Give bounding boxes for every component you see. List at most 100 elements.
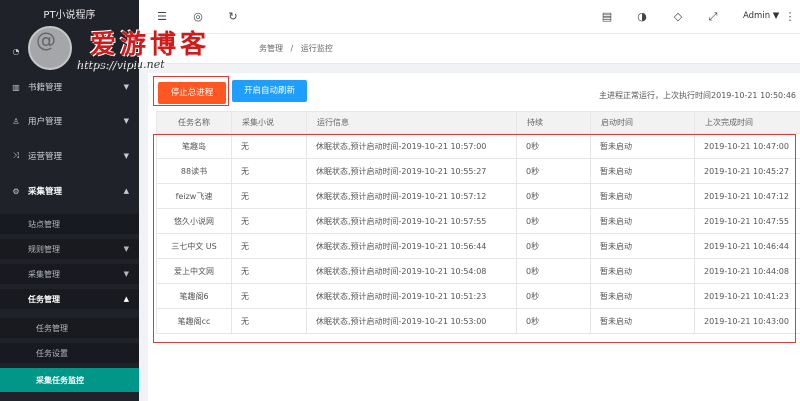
operations-icon: ⤨ (12, 151, 20, 160)
table-cell: 暂未启动 (590, 233, 695, 259)
highlight-box-stop (153, 76, 229, 106)
table-cell: 休眠状态,预计启动时间-2019-10-21 10:57:55 (306, 208, 517, 234)
sidebar-item-task-management[interactable]: 任务管理 (0, 318, 139, 338)
sidebar-item-rule-management[interactable]: 规则管理 ▼ (0, 239, 139, 259)
sidebar-item-label: 任务管理 (28, 294, 60, 304)
table-row[interactable]: 爱上中文网无休眠状态,预计启动时间-2019-10-21 10:54:08 0秒暂… (156, 258, 800, 284)
task-monitor-table: 任务名称 采集小说 运行信息 持续 启动时间 上次完成时间 笔趣岛无休眠状态,预… (156, 111, 800, 334)
table-cell: feizw飞速 (156, 183, 232, 209)
gear-icon: ⚙ (12, 186, 20, 196)
table-cell: 无 (231, 283, 307, 309)
sidebar-item-label: 采集管理 (28, 187, 63, 197)
table-cell: 88读书 (156, 158, 232, 184)
table-cell: 休眠状态,预计启动时间-2019-10-21 10:53:00 (306, 308, 517, 334)
table-cell: 0秒 (516, 158, 591, 184)
table-cell: 2019-10-21 10:47:12 (694, 183, 800, 209)
table-cell: 笔趣阁6 (156, 283, 232, 309)
sidebar-item-label: 书籍管理 (28, 83, 63, 93)
sidebar-item-label: 站点管理 (28, 219, 60, 229)
sidebar-item-task-management-group[interactable]: 任务管理 ▲ (0, 289, 139, 309)
table-cell: 2019-10-21 10:47:55 (694, 208, 800, 234)
sidebar-item-users[interactable]: ♙ 用户管理 ▼ (0, 110, 139, 132)
table-cell: 爱上中文网 (156, 258, 232, 284)
table-cell: 休眠状态,预计启动时间-2019-10-21 10:55:27 (306, 158, 517, 184)
user-name: Admin (743, 11, 771, 21)
sidebar-item-collection[interactable]: ⚙ 采集管理 ▲ (0, 180, 139, 202)
table-cell: 2019-10-21 10:47:00 (694, 133, 800, 159)
sidebar-item-site-management[interactable]: 站点管理 (0, 214, 139, 234)
table-cell: 无 (231, 208, 307, 234)
table-cell: 休眠状态,预计启动时间-2019-10-21 10:57:12 (306, 183, 517, 209)
notes-icon[interactable]: ▤ (600, 10, 614, 23)
table-cell: 休眠状态,预计启动时间-2019-10-21 10:51:23 (306, 283, 517, 309)
table-cell: 0秒 (516, 308, 591, 334)
sidebar-item-collect-management[interactable]: 采集管理 ▼ (0, 264, 139, 284)
theme-icon[interactable]: ◑ (635, 10, 649, 23)
column-header: 采集小说 (231, 111, 307, 134)
table-cell: 2019-10-21 10:44:08 (694, 258, 800, 284)
table-cell: 0秒 (516, 208, 591, 234)
breadcrumb-current: 运行监控 (300, 44, 333, 53)
breadcrumb-item[interactable]: 务管理 (259, 44, 283, 53)
table-cell: 休眠状态,预计启动时间-2019-10-21 10:54:08 (306, 258, 517, 284)
sidebar-item-label: 用户管理 (28, 117, 63, 127)
table-cell: 2019-10-21 10:46:44 (694, 233, 800, 259)
table-row[interactable]: feizw飞速无休眠状态,预计启动时间-2019-10-21 10:57:12 0… (156, 183, 800, 209)
chevron-down-icon: ▼ (123, 83, 129, 91)
sidebar-item-home[interactable]: ◔ (0, 40, 139, 62)
sidebar: PT小说程序 ◔ ▥ 书籍管理 ▼ ♙ 用户管理 ▼ ⤨ 运营管理 ▼ ⚙ 采集… (0, 0, 139, 401)
column-header: 启动时间 (590, 111, 695, 134)
table-cell: 暂未启动 (590, 183, 695, 209)
chevron-up-icon: ▲ (123, 295, 129, 303)
sidebar-item-books[interactable]: ▥ 书籍管理 ▼ (0, 76, 139, 98)
table-cell: 2019-10-21 10:41:23 (694, 283, 800, 309)
table-row[interactable]: 笔趣阁cc 无休眠状态,预计启动时间-2019-10-21 10:53:00 0秒暂… (156, 308, 800, 334)
sidebar-item-label: 任务管理 (36, 323, 68, 333)
refresh-icon[interactable]: ↻ (226, 10, 240, 23)
breadcrumb: 务管理 / 运行监控 (259, 43, 333, 54)
chevron-down-icon: ▼ (123, 117, 129, 125)
table-row[interactable]: 三七中文 US 无休眠状态,预计启动时间-2019-10-21 10:56:44 0… (156, 233, 800, 259)
sidebar-item-label: 任务设置 (36, 348, 68, 358)
table-cell: 休眠状态,预计启动时间-2019-10-21 10:57:00 (306, 133, 517, 159)
sidebar-item-operations[interactable]: ⤨ 运营管理 ▼ (0, 145, 139, 167)
table-cell: 无 (231, 258, 307, 284)
sidebar-item-label: 采集管理 (28, 269, 60, 279)
sidebar-item-label: 规则管理 (28, 244, 60, 254)
book-icon: ▥ (12, 82, 20, 92)
table-row[interactable]: 88读书无休眠状态,预计启动时间-2019-10-21 10:55:27 0秒 暂未… (156, 158, 800, 184)
table-cell: 2019-10-21 10:45:27 (694, 158, 800, 184)
table-cell: 无 (231, 158, 307, 184)
table-header-row: 任务名称 采集小说 运行信息 持续 启动时间 上次完成时间 (156, 111, 800, 134)
user-icon: ♙ (12, 116, 20, 126)
table-row[interactable]: 笔趣岛无休眠状态,预计启动时间-2019-10-21 10:57:00 0秒 暂未启… (156, 133, 800, 159)
table-cell: 暂未启动 (590, 258, 695, 284)
table-cell: 笔趣岛 (156, 133, 232, 159)
table-row[interactable]: 悠久小说网无休眠状态,预计启动时间-2019-10-21 10:57:55 0秒暂… (156, 208, 800, 234)
fullscreen-icon[interactable]: ⤢ (706, 10, 720, 24)
tag-icon[interactable]: ◇ (671, 10, 685, 23)
table-cell: 三七中文 US (156, 233, 232, 259)
chevron-down-icon: ▼ (123, 270, 129, 278)
table-row[interactable]: 笔趣阁6 无休眠状态,预计启动时间-2019-10-21 10:51:23 0秒 暂未… (156, 283, 800, 309)
menu-collapse-icon[interactable]: ☰ (155, 10, 169, 23)
column-header: 任务名称 (156, 111, 232, 134)
breadcrumb-bar: 务管理 / 运行监控 (139, 34, 800, 64)
chevron-up-icon: ▲ (123, 187, 129, 195)
app-logo-title: PT小说程序 (43, 10, 96, 21)
table-cell: 笔趣阁cc (156, 308, 232, 334)
monitor-panel: 停止总进程 开启自动刷新 主进程正常运行，上次执行时间2019-10-21 10… (148, 73, 800, 401)
table-cell: 无 (231, 133, 307, 159)
process-status-text: 主进程正常运行，上次执行时间2019-10-21 10:50:46 (599, 91, 796, 100)
globe-icon[interactable]: ◎ (191, 10, 205, 23)
table-cell: 2019-10-21 10:43:00 (694, 308, 800, 334)
table-cell: 休眠状态,预计启动时间-2019-10-21 10:56:44 (306, 233, 517, 259)
sidebar-item-task-monitor[interactable]: 采集任务监控 (0, 368, 139, 392)
table-cell: 无 (231, 233, 307, 259)
sidebar-item-task-settings[interactable]: 任务设置 (0, 343, 139, 363)
auto-refresh-button[interactable]: 开启自动刷新 (232, 80, 307, 102)
table-cell: 悠久小说网 (156, 208, 232, 234)
user-menu[interactable]: Admin ▼ (743, 11, 779, 21)
table-cell: 暂未启动 (590, 208, 695, 234)
more-icon[interactable]: ⋮ (783, 10, 797, 23)
